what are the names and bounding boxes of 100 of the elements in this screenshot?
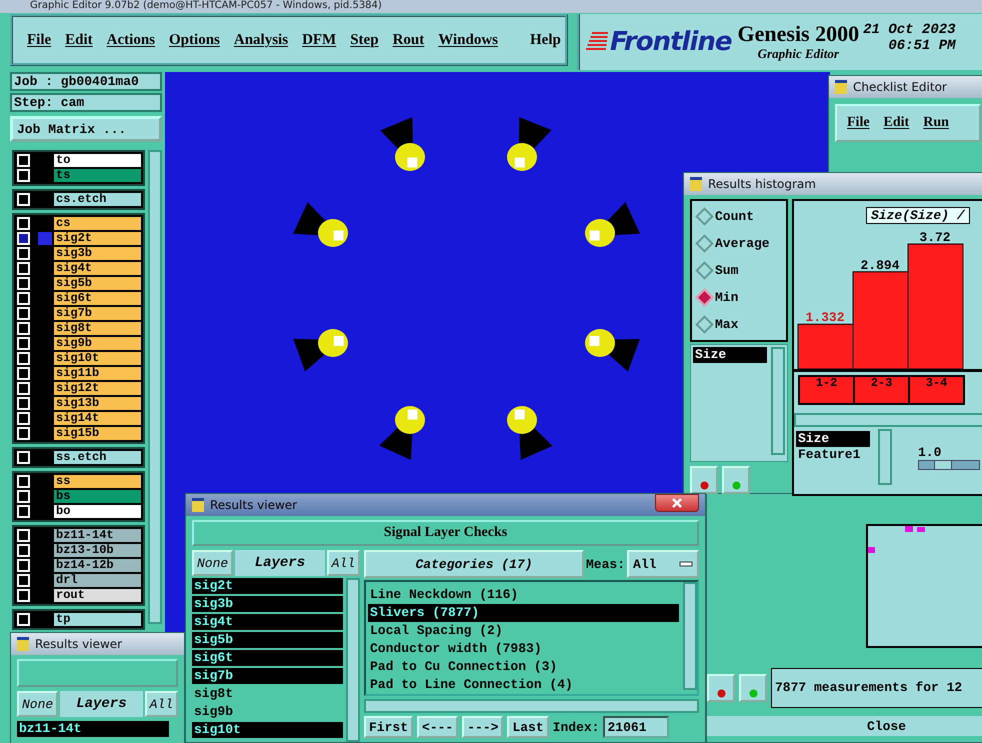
layer-name[interactable]: drl [54,574,141,587]
none-button[interactable]: None [17,691,58,717]
layer-checkbox[interactable] [17,505,30,518]
layer-name[interactable]: sig5b [54,277,141,290]
menu-item[interactable]: Run [923,115,949,131]
layer-list-item[interactable]: sig10t [192,722,343,738]
menu-item[interactable]: File [27,32,52,48]
layer-name[interactable]: sig12t [54,382,141,395]
category-list-item[interactable]: Slivers (7877) [368,604,679,622]
layer-checkbox[interactable] [17,193,30,206]
layer-name[interactable]: bs [54,490,141,503]
scrollbar[interactable] [794,413,982,427]
menu-item[interactable]: Actions [106,32,156,48]
close-button[interactable] [655,494,699,512]
all-button[interactable]: All [326,550,360,576]
layer-checkbox[interactable] [17,232,30,245]
layer-name[interactable]: sig3b [54,247,141,260]
list-item[interactable]: Size [796,431,870,447]
nav-button[interactable]: Last [507,716,549,738]
layer-name[interactable]: bz13-10b [54,544,141,557]
layer-checkbox[interactable] [17,613,30,626]
scrollbar[interactable] [346,578,360,742]
mode-radio[interactable]: Max [692,311,786,338]
index-field[interactable]: 21061 [603,716,670,738]
scrollbar[interactable] [878,429,892,485]
mode-radio[interactable]: Count [692,203,786,230]
menu-item[interactable]: Step [350,32,379,48]
categories-button[interactable]: Categories (17) [364,550,584,578]
menu-item[interactable]: DFM [302,32,336,48]
layer-name[interactable]: rout [54,589,141,602]
layer-state-cell [38,232,52,245]
layer-list-item[interactable]: sig8t [192,686,343,702]
layer-name[interactable]: sig7b [54,307,141,320]
layer-name[interactable]: bo [54,505,141,518]
layer-name[interactable]: sig13b [54,397,141,410]
menu-item[interactable]: Rout [392,32,424,48]
layer-checkbox[interactable] [17,451,30,464]
scrollbar[interactable] [683,582,697,690]
layer-name[interactable]: sig15b [54,427,141,440]
category-list-item[interactable]: Local Spacing (2) [368,622,679,640]
category-list-item[interactable]: Pad to Cu Connection (3) [368,658,679,676]
layer-name[interactable]: sig6t [54,292,141,305]
layer-name[interactable]: ss [54,475,141,488]
menu-item[interactable]: Windows [438,32,498,48]
layer-checkbox[interactable] [17,589,30,602]
close-button[interactable]: Close [707,716,982,736]
category-list-item[interactable]: Line Neckdown (116) [368,586,679,604]
layer-name[interactable]: sig2t [54,232,141,245]
job-matrix-button[interactable]: Job Matrix ... [10,116,162,142]
nav-button[interactable]: First [364,716,414,738]
layer-name[interactable]: bz11-14t [54,529,141,542]
layer-name[interactable]: cs [54,217,141,230]
nav-button[interactable]: <--- [417,716,458,738]
list-item[interactable]: Feature1 [796,447,862,463]
menu-item[interactable]: Help [530,32,561,48]
layer-name[interactable]: sig4t [54,262,141,275]
delete-button[interactable] [690,466,718,494]
delete-button[interactable] [707,674,735,702]
scrollbar[interactable] [364,699,699,713]
layer-name[interactable]: to [54,154,141,167]
scrollbar[interactable] [148,150,162,624]
layer-name[interactable]: sig11b [54,367,141,380]
layer-name[interactable]: tp [54,613,141,626]
all-button[interactable]: All [144,691,178,717]
menu-item[interactable]: Analysis [234,32,288,48]
category-list-item[interactable]: Conductor width (7983) [368,640,679,658]
layer-name[interactable]: ts [54,169,141,182]
list-item[interactable]: Size [693,347,767,363]
layers-label: Layers [235,550,325,576]
layer-name[interactable]: ss.etch [54,451,141,464]
layer-list-item[interactable]: sig6t [192,650,343,666]
layer-name[interactable]: sig10t [54,352,141,365]
slider-thumb[interactable] [934,461,952,469]
layer-list-item[interactable]: sig2t [192,578,343,594]
menu-item[interactable]: File [847,115,870,131]
layer-name[interactable]: cs.etch [54,193,141,206]
layer-list-item[interactable]: sig9b [192,704,343,720]
layer-name[interactable]: bz14-12b [54,559,141,572]
mode-radio[interactable]: Average [692,230,786,257]
menu-item[interactable]: Edit [884,115,910,131]
layer-checkbox[interactable] [17,169,30,182]
none-button[interactable]: None [192,550,234,576]
category-list-item[interactable]: Pad to Line Connection (4) [368,676,679,694]
meas-dropdown[interactable]: All [627,550,699,578]
layer-list-item[interactable]: bz11-14t [17,721,169,737]
layer-list-item[interactable]: sig3b [192,596,343,612]
layer-name[interactable]: sig14t [54,412,141,425]
layer-list-item[interactable]: sig7b [192,668,343,684]
layer-name[interactable]: sig9b [54,337,141,350]
layer-list-item[interactable]: sig4t [192,614,343,630]
layer-checkbox[interactable] [17,427,30,440]
menu-item[interactable]: Edit [65,32,93,48]
mode-radio[interactable]: Min [692,284,786,311]
scrollbar[interactable] [771,347,785,455]
nav-button[interactable]: ---> [462,716,504,738]
menu-item[interactable]: Options [169,32,220,48]
slider-track[interactable] [918,460,980,470]
mode-radio[interactable]: Sum [692,257,786,284]
layer-name[interactable]: sig8t [54,322,141,335]
layer-list-item[interactable]: sig5b [192,632,343,648]
